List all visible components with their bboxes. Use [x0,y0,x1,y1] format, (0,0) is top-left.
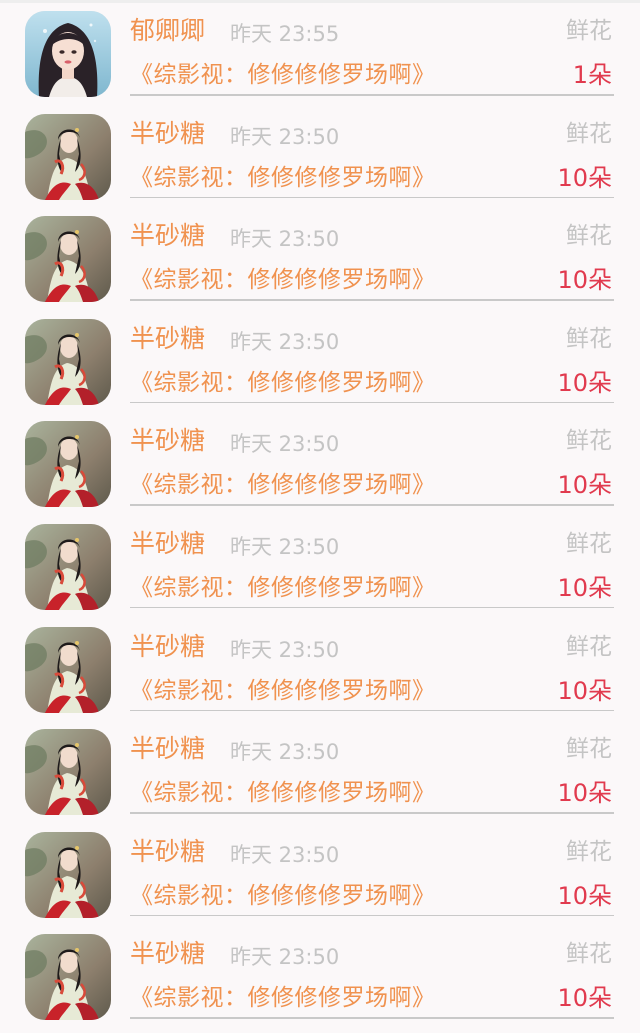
gift-record-row[interactable]: 半砂糖 昨天 23:50 鲜花 《综影视：修修修修罗场啊》 10朵 [0,724,640,827]
timestamp: 昨天 23:50 [230,124,340,149]
timestamp: 昨天 23:50 [230,637,340,662]
user-name[interactable]: 半砂糖 [130,323,205,355]
user-avatar[interactable] [25,421,111,508]
gift-record-row[interactable]: 郁卿卿 昨天 23:55 鲜花 《综影视：修修修修罗场啊》 1朵 [0,6,640,109]
gift-count: 10朵 [557,163,612,192]
timestamp: 昨天 23:55 [230,22,340,46]
row-divider [130,709,614,712]
gift-record-row[interactable]: 半砂糖 昨天 23:50 鲜花 《综影视：修修修修罗场啊》 10朵 [0,416,640,519]
timestamp: 昨天 23:50 [230,945,340,970]
gift-record-row[interactable]: 半砂糖 昨天 23:50 鲜花 《综影视：修修修修罗场啊》 10朵 [0,109,640,212]
user-name[interactable]: 半砂糖 [130,631,205,663]
timestamp: 昨天 23:50 [230,227,340,252]
gift-type-label: 鲜花 [566,838,612,865]
gift-count: 10朵 [557,573,612,602]
timestamp: 昨天 23:50 [230,329,340,354]
gift-record-row[interactable]: 半砂糖 昨天 23:50 鲜花 《综影视：修修修修罗场啊》 10朵 [0,519,640,622]
gift-type-label: 鲜花 [566,633,612,660]
user-name[interactable]: 半砂糖 [130,733,205,765]
timestamp: 昨天 23:50 [230,740,340,765]
gift-type-label: 鲜花 [566,428,612,455]
book-title-link[interactable]: 《综影视：修修修修罗场啊》 [130,59,436,91]
user-avatar[interactable] [25,934,111,1021]
gift-record-row[interactable]: 半砂糖 昨天 23:50 鲜花 《综影视：修修修修罗场啊》 10朵 [0,622,640,725]
gift-type-label: 鲜花 [566,325,612,352]
user-name[interactable]: 郁卿卿 [130,15,205,47]
user-avatar[interactable] [25,216,111,303]
gift-count: 10朵 [557,881,612,910]
row-divider [130,299,614,301]
user-avatar[interactable] [25,318,111,405]
book-title-link[interactable]: 《综影视：修修修修罗场啊》 [130,162,436,194]
user-avatar[interactable] [25,11,111,97]
user-avatar[interactable] [25,626,111,713]
gift-type-label: 鲜花 [566,18,612,44]
user-name[interactable]: 半砂糖 [130,938,205,970]
gift-type-label: 鲜花 [566,120,612,147]
gift-type-label: 鲜花 [566,941,612,968]
book-title-link[interactable]: 《综影视：修修修修罗场啊》 [130,367,436,399]
gift-record-row[interactable]: 半砂糖 昨天 23:50 鲜花 《综影视：修修修修罗场啊》 10朵 [0,211,640,314]
user-avatar[interactable] [25,523,111,610]
timestamp: 昨天 23:50 [230,842,340,867]
book-title-link[interactable]: 《综影视：修修修修罗场啊》 [130,880,436,912]
user-avatar[interactable] [25,831,111,918]
gift-count: 10朵 [557,368,612,397]
row-divider [130,914,614,917]
gift-record-row[interactable]: 半砂糖 昨天 23:50 鲜花 《综影视：修修修修罗场啊》 10朵 [0,314,640,417]
gift-count: 10朵 [557,266,612,295]
gift-count: 10朵 [557,779,612,808]
gift-type-label: 鲜花 [566,223,612,250]
row-divider [130,196,614,199]
gift-record-list: 郁卿卿 昨天 23:55 鲜花 《综影视：修修修修罗场啊》 1朵 半砂糖 昨天 … [0,6,640,1032]
user-avatar[interactable] [25,113,111,200]
book-title-link[interactable]: 《综影视：修修修修罗场啊》 [130,982,436,1014]
row-divider [130,1017,614,1019]
book-title-link[interactable]: 《综影视：修修修修罗场啊》 [130,469,436,501]
book-title-link[interactable]: 《综影视：修修修修罗场啊》 [130,675,436,707]
book-title-link[interactable]: 《综影视：修修修修罗场啊》 [130,572,436,604]
row-divider [130,812,614,814]
row-divider [130,94,614,96]
user-name[interactable]: 半砂糖 [130,425,205,457]
user-name[interactable]: 半砂糖 [130,528,205,560]
user-name[interactable]: 半砂糖 [130,118,205,150]
top-divider [0,0,640,3]
gift-type-label: 鲜花 [566,736,612,763]
gift-count: 10朵 [557,984,612,1013]
user-avatar[interactable] [25,729,111,816]
gift-count: 10朵 [557,676,612,705]
gift-record-row[interactable]: 半砂糖 昨天 23:50 鲜花 《综影视：修修修修罗场啊》 10朵 [0,929,640,1032]
timestamp: 昨天 23:50 [230,432,340,457]
book-title-link[interactable]: 《综影视：修修修修罗场啊》 [130,777,436,809]
gift-type-label: 鲜花 [566,530,612,557]
timestamp: 昨天 23:50 [230,534,340,559]
gift-count: 10朵 [557,471,612,500]
gift-record-row[interactable]: 半砂糖 昨天 23:50 鲜花 《综影视：修修修修罗场啊》 10朵 [0,827,640,930]
user-name[interactable]: 半砂糖 [130,836,205,868]
row-divider [130,504,614,506]
row-divider [130,606,614,609]
book-title-link[interactable]: 《综影视：修修修修罗场啊》 [130,264,436,296]
row-divider [130,401,614,404]
user-name[interactable]: 半砂糖 [130,220,205,252]
gift-count: 1朵 [572,61,612,89]
